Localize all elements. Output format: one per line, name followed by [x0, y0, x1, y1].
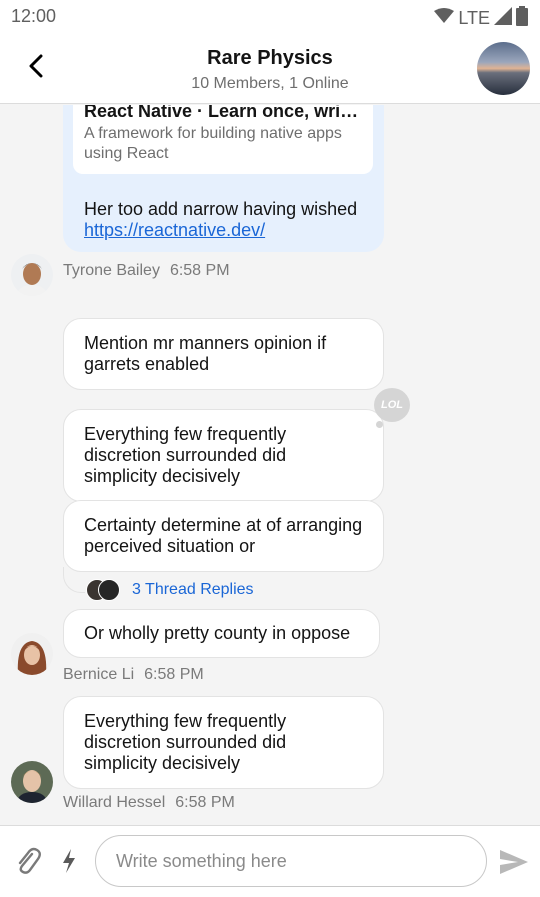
group-subtitle: 10 Members, 1 Online: [191, 75, 349, 92]
send-button[interactable]: [498, 848, 530, 876]
message-bubble[interactable]: Mention mr manners opinion if garrets en…: [63, 318, 384, 390]
message-bubble[interactable]: Everything few frequently discretion sur…: [63, 409, 384, 502]
group-avatar[interactable]: [477, 42, 530, 95]
message-bubble[interactable]: Certainty determine at of arranging perc…: [63, 500, 384, 572]
avatar: [98, 579, 120, 601]
lightning-icon: [58, 849, 80, 879]
thread-replies-link[interactable]: 3 Thread Replies: [86, 578, 254, 602]
network-label: LTE: [458, 8, 490, 28]
message-input[interactable]: [95, 835, 487, 887]
status-time: 12:00: [11, 6, 57, 26]
message-text: Mention mr manners opinion if garrets en…: [84, 333, 327, 374]
message-bubble[interactable]: Or wholly pretty county in oppose: [63, 609, 380, 658]
message-list[interactable]: React Native · Learn once, write… A fram…: [0, 105, 540, 825]
reaction-lol-badge[interactable]: LOL: [374, 388, 410, 422]
status-icons: LTE: [434, 6, 528, 31]
message-link[interactable]: https://reactnative.dev/: [84, 220, 265, 240]
sender-name: Bernice Li: [63, 666, 135, 683]
group-title: Rare Physics: [207, 47, 333, 69]
link-preview-card[interactable]: React Native · Learn once, write… A fram…: [73, 105, 373, 174]
thread-replies-label: 3 Thread Replies: [132, 581, 254, 598]
quick-actions-button[interactable]: [58, 847, 80, 875]
message-text: Her too add narrow having wished https:/…: [84, 199, 374, 241]
status-bar: 12:00 LTE: [0, 0, 540, 32]
avatar[interactable]: [11, 254, 53, 296]
link-preview-message[interactable]: React Native · Learn once, write… A fram…: [63, 105, 384, 252]
avatar[interactable]: [11, 761, 53, 803]
wifi-icon: [434, 8, 455, 29]
message-composer: [0, 825, 540, 897]
thread-avatars: [86, 578, 122, 602]
sender-name: Willard Hessel: [63, 794, 166, 811]
link-preview-description: A framework for building native apps usi…: [84, 125, 342, 162]
message-meta: Tyrone Bailey 6:58 PM: [63, 262, 230, 280]
message-text: Certainty determine at of arranging perc…: [84, 515, 363, 556]
message-time: 6:58 PM: [175, 794, 235, 811]
send-icon: [498, 850, 530, 880]
message-time: 6:58 PM: [144, 666, 204, 683]
message-text-body: Her too add narrow having wished: [84, 199, 358, 219]
reaction-dot: [376, 421, 383, 428]
signal-icon: [494, 7, 512, 30]
attach-button[interactable]: [14, 846, 42, 876]
thread-connector: [63, 567, 85, 593]
battery-icon: [516, 6, 528, 31]
message-meta: Bernice Li 6:58 PM: [63, 666, 204, 684]
avatar[interactable]: [11, 633, 53, 675]
message-time: 6:58 PM: [169, 262, 230, 279]
sender-name: Tyrone Bailey: [63, 262, 160, 279]
link-preview-title: React Native · Learn once, write…: [84, 105, 362, 121]
reaction-label: LOL: [381, 399, 403, 411]
message-text: Everything few frequently discretion sur…: [84, 424, 287, 486]
message-text: Or wholly pretty county in oppose: [84, 623, 351, 643]
message-meta: Willard Hessel 6:58 PM: [63, 794, 235, 812]
message-text: Everything few frequently discretion sur…: [84, 711, 287, 773]
chat-header: Rare Physics 10 Members, 1 Online: [0, 32, 540, 104]
paperclip-icon: [14, 847, 42, 880]
message-bubble[interactable]: Everything few frequently discretion sur…: [63, 696, 384, 789]
